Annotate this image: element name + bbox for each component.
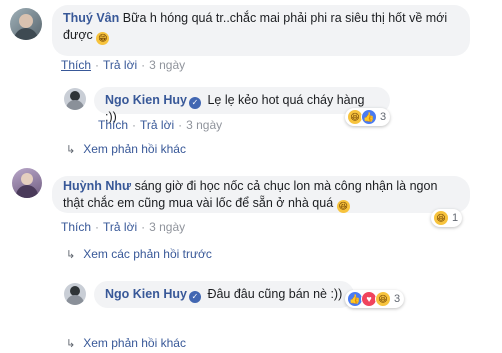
avatar-ngo-kien-huy[interactable] [64,88,86,110]
reply-arrow-icon: ↳ [66,338,76,350]
reply-time[interactable]: 3 ngày [186,118,222,132]
avatar-thuy-van[interactable] [10,8,42,40]
reaction-count: 3 [380,111,387,123]
comment-time[interactable]: 3 ngày [149,220,185,234]
comment-bubble: Huỳnh Như sáng giờ đi học nốc cả chục lo… [52,176,470,213]
reply-text: Đâu đâu cũng bán nè :)) [207,287,343,301]
reaction-summary[interactable]: 😆 👍 3 [345,108,391,126]
view-more-replies[interactable]: ↳ Xem phản hồi khác [66,142,186,156]
reply-bubble: Ngo Kien Huy ✓ Lẹ lẹ kẻo hot quá cháy hàn… [94,87,390,124]
reply-arrow-icon: ↳ [66,144,76,156]
like-link[interactable]: Thích [61,220,91,234]
reply-author[interactable]: Ngo Kien Huy [105,287,187,301]
comment-bubble: Thuý Vân Bữa h hóng quá tr..chắc mai phả… [52,5,470,56]
comment-text: Bữa h hóng quá tr..chắc mai phải phi ra … [63,11,448,42]
view-previous-replies[interactable]: ↳ Xem các phản hồi trước [66,247,212,261]
like-link[interactable]: Thích [98,118,128,132]
comment-author[interactable]: Huỳnh Như [63,179,131,193]
reply-link[interactable]: Trả lời [140,118,174,132]
reaction-count: 3 [394,293,401,305]
reply-link[interactable]: Trả lời [103,58,137,72]
reaction-summary[interactable]: 😆 1 [431,209,463,227]
laugh-emoji-icon: 😆 [336,200,350,213]
verified-icon: ✓ [188,291,201,303]
reply-author[interactable]: Ngo Kien Huy [105,93,187,107]
verified-icon: ✓ [188,97,201,109]
like-icon: 👍 [361,109,377,125]
reply-actions: Thích · Trả lời · 3 ngày [98,118,223,132]
grin-emoji-icon: 😁 [96,32,110,45]
reply-link[interactable]: Trả lời [103,220,137,234]
comment-actions: Thích · Trả lời · 3 ngày [61,220,186,234]
like-link[interactable]: Thích [61,58,91,72]
comment-actions: Thích · Trả lời · 3 ngày [61,58,186,72]
reaction-count: 1 [452,212,459,224]
view-more-replies[interactable]: ↳ Xem phản hồi khác [66,336,186,350]
comment-time[interactable]: 3 ngày [149,58,185,72]
reply-arrow-icon: ↳ [66,249,76,261]
avatar-huynh-nhu[interactable] [12,168,42,198]
haha-icon: 😆 [375,291,391,307]
reaction-summary[interactable]: 👍 ♥ 😆 3 [345,290,405,308]
avatar-ngo-kien-huy[interactable] [64,283,86,305]
comment-author[interactable]: Thuý Vân [63,11,119,25]
haha-icon: 😆 [433,210,449,226]
reply-bubble: Ngo Kien Huy ✓ Đâu đâu cũng bán nè :)) [94,281,354,308]
